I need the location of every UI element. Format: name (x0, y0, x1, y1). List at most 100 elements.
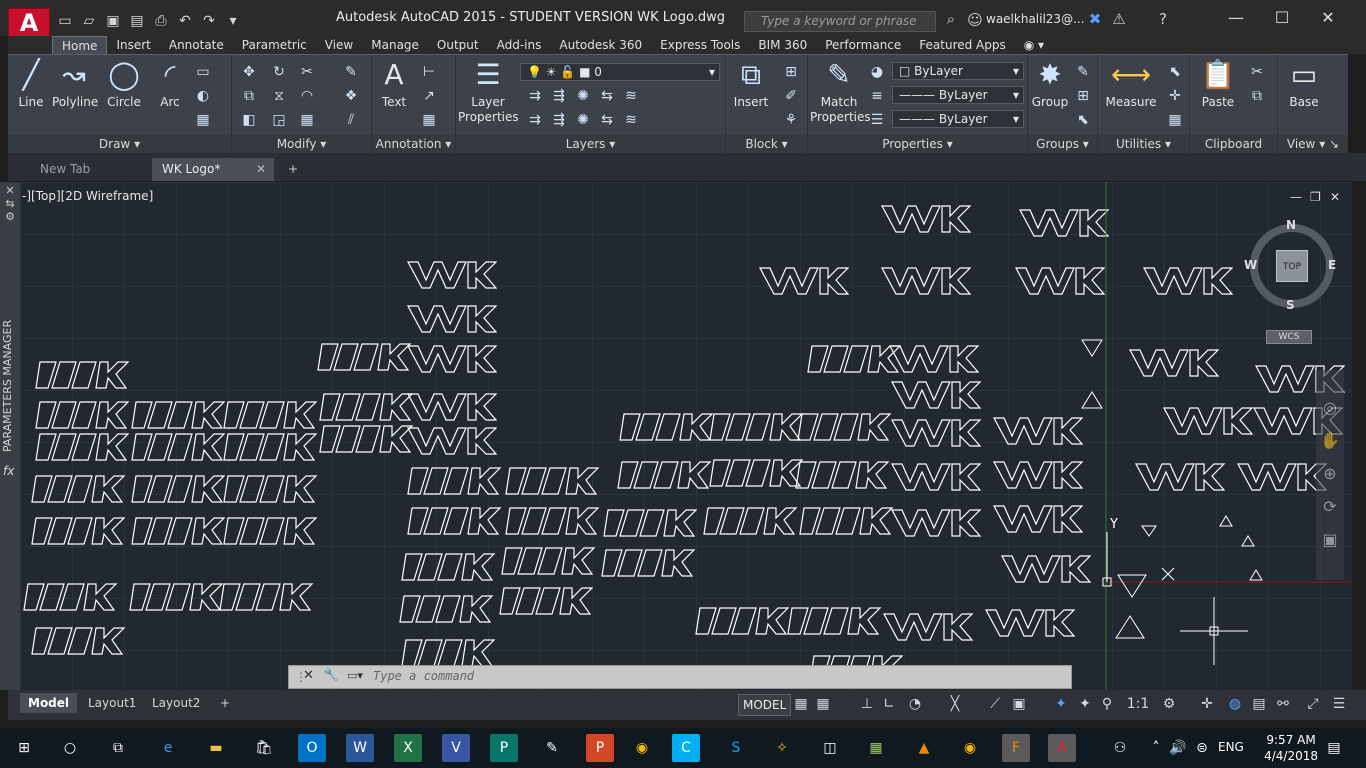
panel-layers-title[interactable]: Layers ▾ (456, 135, 725, 153)
minimize-button[interactable]: — (1214, 6, 1258, 30)
steering-wheel-icon[interactable]: ◎ (1316, 398, 1344, 417)
wk-logo-outline[interactable] (31, 517, 125, 545)
linetype-dropdown[interactable]: ——— ByLayer ▾ (892, 86, 1024, 104)
lineweight-toggle-icon[interactable]: ⟋ (986, 696, 1004, 712)
wk-logo-outline[interactable] (1015, 267, 1105, 295)
compass-south[interactable]: S (1286, 298, 1295, 312)
network-icon[interactable]: ⊜ (1188, 734, 1216, 762)
visio-icon[interactable]: V (442, 734, 470, 762)
save-icon[interactable]: ▣ (104, 12, 122, 30)
osnap-icon[interactable]: ╳ (946, 696, 964, 712)
tab-parametric[interactable]: Parametric (233, 36, 316, 54)
wk-logo-outline[interactable] (407, 261, 497, 289)
wk-logo-outline[interactable] (131, 433, 225, 461)
wk-logo-outline[interactable] (889, 345, 979, 373)
mirror-icon[interactable]: ⧖ (270, 87, 288, 105)
outlook-icon[interactable]: O (298, 734, 326, 762)
command-customize-icon[interactable]: 🔧 (323, 668, 339, 683)
layer-tool-icon[interactable]: ⇶ (550, 87, 568, 105)
polyline-button[interactable]: ↝ Polyline (52, 59, 98, 110)
ungroup-icon[interactable]: ✎ (1074, 63, 1092, 81)
wk-logo-outline[interactable] (993, 417, 1083, 445)
chrome-icon[interactable]: ◉ (628, 734, 656, 762)
copy-icon[interactable]: ⧉ (240, 87, 258, 105)
wk-logo-outline[interactable] (223, 517, 317, 545)
open-icon[interactable]: ▱ (80, 12, 98, 30)
scale-icon[interactable]: ◲ (270, 111, 288, 129)
viewport-controls[interactable]: -][Top][2D Wireframe] (22, 189, 153, 203)
copy-clip-icon[interactable]: ⧉ (1248, 87, 1266, 105)
wk-logo-outline[interactable] (31, 475, 125, 503)
save-as-icon[interactable]: ▤ (128, 12, 146, 30)
viewport-restore-icon[interactable]: ❐ (1310, 190, 1321, 204)
wk-logo-outline[interactable] (1237, 463, 1327, 491)
wk-logo-outline[interactable] (407, 305, 497, 333)
offset-icon[interactable]: ⫽ (342, 111, 360, 129)
layer-tool-icon[interactable]: ⇉ (526, 87, 544, 105)
layer-tool-icon[interactable]: ✺ (574, 111, 592, 129)
wk-logo-outline[interactable] (601, 549, 695, 577)
wk-logo-outline[interactable] (795, 461, 889, 489)
text-button[interactable]: A Text (378, 59, 410, 110)
palette-options-icon[interactable]: ⇆ (0, 197, 20, 210)
hardware-acceleration-icon[interactable]: ▤ (1250, 696, 1268, 712)
file-explorer-icon[interactable]: ▬ (202, 734, 230, 762)
color-dropdown[interactable]: □ ByLayer ▾ (892, 62, 1024, 80)
rectangle-icon[interactable]: ▭ (194, 63, 212, 81)
layer-tool-icon[interactable]: ≋ (622, 111, 640, 129)
tab-annotate[interactable]: Annotate (160, 36, 233, 54)
wk-logo-outline[interactable] (129, 583, 223, 611)
command-input[interactable]: Type a command (373, 669, 474, 683)
wk-logo-outline[interactable] (891, 419, 981, 447)
compass-west[interactable]: W (1244, 258, 1257, 272)
paste-button[interactable]: 📋 Paste (1198, 59, 1238, 110)
wk-logo-outline[interactable] (317, 343, 411, 371)
trim-icon[interactable]: ✂ (298, 63, 316, 81)
layout-tab-model[interactable]: Model (20, 693, 78, 713)
wk-logo-outline[interactable] (223, 433, 317, 461)
lineweight-dropdown[interactable]: ——— ByLayer ▾ (892, 110, 1024, 128)
line-button[interactable]: ╱ Line (16, 59, 46, 110)
ccleaner-icon[interactable]: C (672, 734, 700, 762)
wk-logo-outline[interactable] (505, 467, 599, 495)
wk-logo-outline[interactable] (1019, 209, 1109, 237)
parameters-manager-panel[interactable]: ✕ ⇆ ⚙ PARAMETERS MANAGER fx (0, 182, 20, 690)
tab-manage[interactable]: Manage (362, 36, 428, 54)
orbit-icon[interactable]: ⟳ (1316, 497, 1344, 516)
wk-logo-outline[interactable] (501, 547, 595, 575)
wk-logo-outline[interactable] (891, 509, 981, 537)
wk-logo-outline[interactable] (617, 461, 711, 489)
isolate-objects-icon[interactable]: ◍ (1226, 696, 1244, 712)
redo-icon[interactable]: ↷ (200, 12, 218, 30)
cortana-icon[interactable]: ○ (56, 734, 84, 762)
wk-logo-outline[interactable] (891, 463, 981, 491)
layer-properties-button[interactable]: ☰ Layer Properties (458, 59, 519, 125)
maximize-button[interactable]: ☐ (1260, 6, 1304, 30)
panel-clipboard-title[interactable]: Clipboard (1190, 135, 1277, 153)
wk-logo-outline[interactable] (759, 267, 849, 295)
wk-logo-outline[interactable] (35, 433, 129, 461)
wk-logo-outline[interactable] (223, 401, 317, 429)
infer-constraints-icon[interactable]: ⊥ (858, 696, 876, 712)
layer-tool-icon[interactable]: ⇶ (550, 111, 568, 129)
id-point-icon[interactable]: ✛ (1166, 87, 1184, 105)
layout-tab-layout1[interactable]: Layout1 (80, 693, 144, 713)
wk-logo-outline[interactable] (131, 475, 225, 503)
print-icon[interactable]: ⎙ (152, 12, 170, 30)
command-close-icon[interactable]: ✕ (303, 668, 314, 683)
palette-settings-icon[interactable]: ⚙ (0, 210, 20, 223)
hatch-icon[interactable]: ◐ (194, 87, 212, 105)
edit-block-icon[interactable]: ✐ (782, 87, 800, 105)
panel-draw-title[interactable]: Draw ▾ (8, 135, 231, 153)
wk-logo-outline[interactable] (399, 595, 493, 623)
wk-logo-outline[interactable] (709, 459, 803, 487)
wk-logo-outline[interactable] (319, 425, 413, 453)
quick-select-icon[interactable]: ⬉ (1166, 63, 1184, 81)
close-palette-icon[interactable]: ✕ (0, 184, 20, 197)
qat-dropdown-icon[interactable]: ▾ (224, 12, 242, 30)
wk-logo-outline[interactable] (695, 607, 789, 635)
rotate-icon[interactable]: ↻ (270, 63, 288, 81)
wk-logo-outline[interactable] (603, 509, 697, 537)
scale-dropdown[interactable]: 1:1 (1124, 696, 1152, 712)
wk-logo-outline[interactable] (807, 345, 901, 373)
